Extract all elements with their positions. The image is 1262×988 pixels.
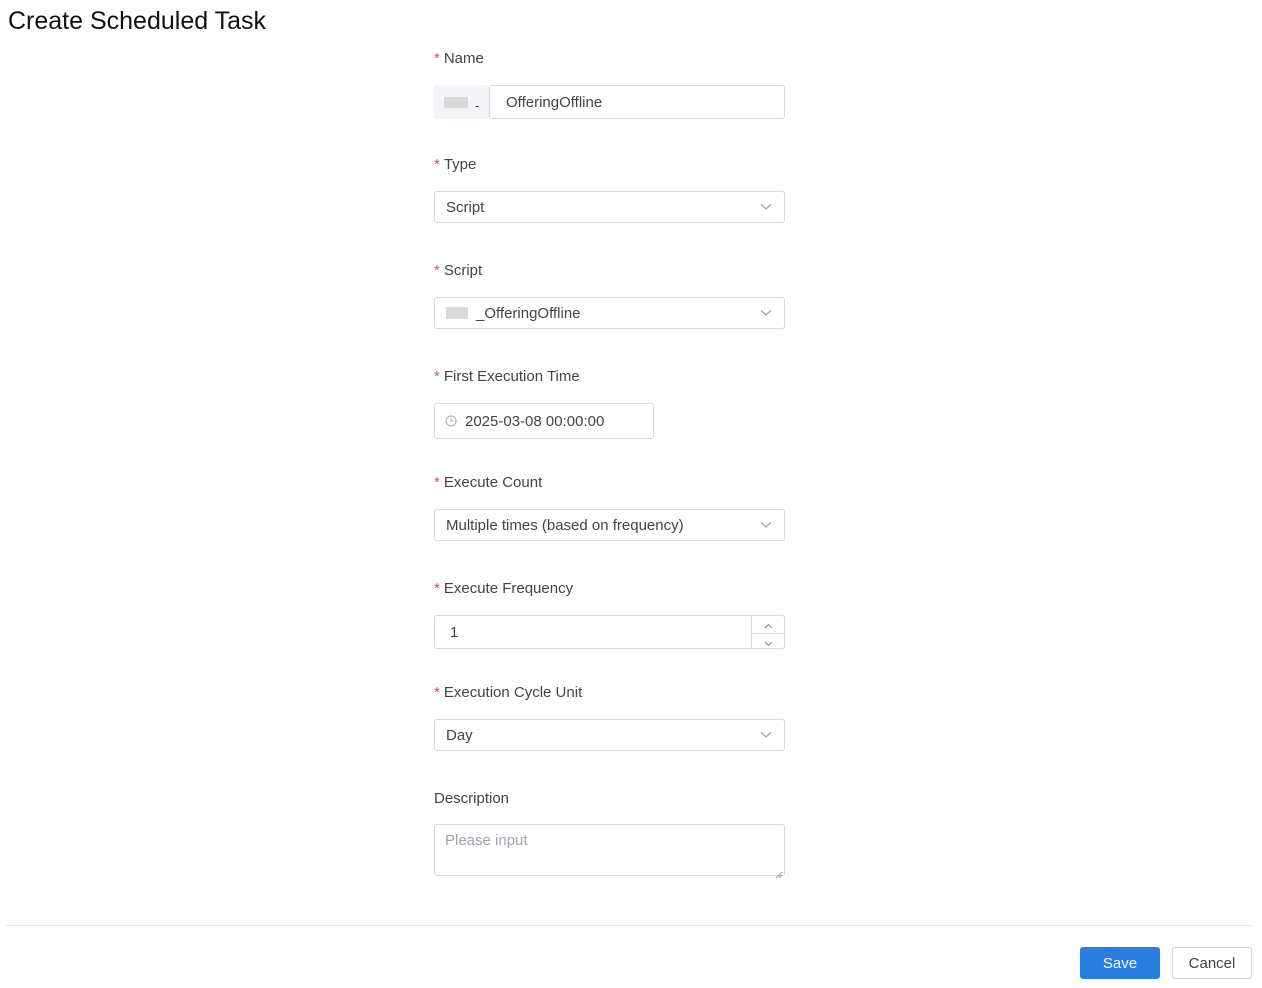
type-select[interactable]: Script xyxy=(434,191,785,223)
execution-cycle-unit-label: * Execution Cycle Unit xyxy=(434,684,583,701)
page-title: Create Scheduled Task xyxy=(8,7,267,35)
execute-frequency-label: * Execute Frequency xyxy=(434,580,574,597)
frequency-stepper xyxy=(751,616,784,648)
script-field: * Script _OfferingOffline xyxy=(434,260,785,329)
increment-button[interactable] xyxy=(752,616,784,634)
execution-cycle-unit-field: * Execution Cycle Unit Day xyxy=(434,682,785,751)
description-label: Description xyxy=(434,790,510,807)
execute-frequency-field: * Execute Frequency 1 xyxy=(434,578,785,649)
footer-divider xyxy=(6,925,1252,926)
chevron-down-icon xyxy=(748,731,784,739)
name-label: * Name xyxy=(434,50,484,67)
chevron-down-icon xyxy=(748,309,784,317)
first-execution-time-field: * First Execution Time 2025-03-08 00:00:0… xyxy=(434,366,785,439)
script-select[interactable]: _OfferingOffline xyxy=(434,297,785,329)
prefix-separator: - xyxy=(475,97,480,113)
clock-icon xyxy=(445,415,465,427)
chevron-up-icon xyxy=(764,616,773,633)
chevron-down-icon xyxy=(748,203,784,211)
name-prefix: - xyxy=(434,85,489,119)
redacted-script-prefix xyxy=(446,307,468,319)
description-field: Description xyxy=(434,788,785,810)
resize-handle-icon[interactable] xyxy=(775,866,783,879)
decrement-button[interactable] xyxy=(752,634,784,651)
name-input[interactable]: OfferingOffline xyxy=(489,85,785,119)
type-field: * Type Script xyxy=(434,154,785,223)
script-label: * Script xyxy=(434,262,483,279)
redacted-prefix xyxy=(444,96,468,108)
execute-frequency-input[interactable]: 1 xyxy=(434,615,785,649)
description-textarea[interactable]: Please input xyxy=(434,824,785,879)
chevron-down-icon xyxy=(748,521,784,529)
type-label: * Type xyxy=(434,156,477,173)
name-field: * Name - OfferingOffline xyxy=(434,48,785,119)
execute-count-select[interactable]: Multiple times (based on frequency) xyxy=(434,509,785,541)
save-button[interactable]: Save xyxy=(1080,947,1160,979)
chevron-down-icon xyxy=(764,634,773,651)
first-execution-time-picker[interactable]: 2025-03-08 00:00:00 xyxy=(434,403,654,439)
cancel-button[interactable]: Cancel xyxy=(1172,947,1252,979)
first-execution-time-label: * First Execution Time xyxy=(434,368,580,385)
execute-count-label: * Execute Count xyxy=(434,474,543,491)
execution-cycle-unit-select[interactable]: Day xyxy=(434,719,785,751)
required-mark: * xyxy=(434,50,440,67)
execute-count-field: * Execute Count Multiple times (based on … xyxy=(434,472,785,541)
description-placeholder: Please input xyxy=(445,832,528,849)
